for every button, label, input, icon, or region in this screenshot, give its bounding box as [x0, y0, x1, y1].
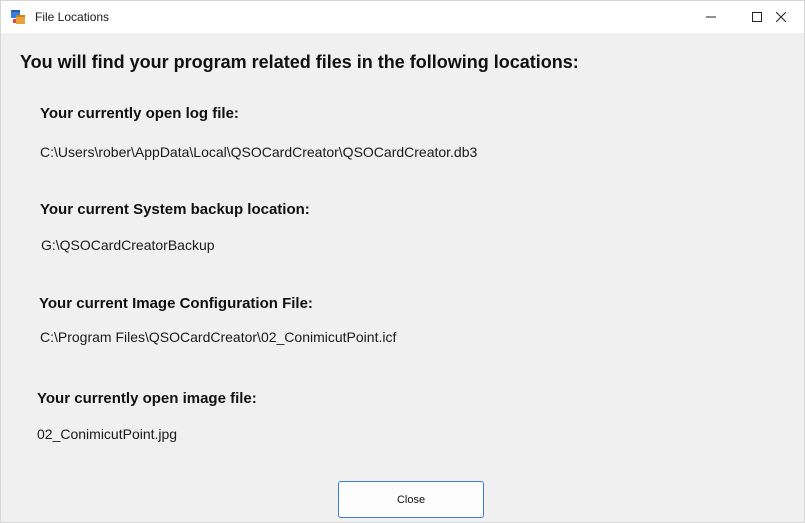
- close-window-button[interactable]: [758, 1, 804, 33]
- title-bar[interactable]: File Locations: [1, 1, 804, 33]
- page-headline: You will find your program related files…: [20, 52, 579, 72]
- image-file-path: 02_ConimicutPoint.jpg: [37, 426, 178, 442]
- image-config-path: C:\Program Files\QSOCardCreator\02_Conim…: [40, 329, 397, 345]
- close-icon: [776, 12, 786, 22]
- window-title: File Locations: [35, 10, 110, 24]
- file-locations-window: File Locations You will find your progra…: [0, 0, 805, 523]
- log-file-label: Your currently open log file:: [40, 105, 239, 122]
- close-button[interactable]: Close: [338, 481, 484, 518]
- backup-location-label: Your current System backup location:: [40, 201, 310, 218]
- minimize-icon: [706, 12, 716, 22]
- backup-location-path: G:\QSOCardCreatorBackup: [41, 237, 215, 253]
- app-window-icon: [10, 9, 26, 25]
- image-config-label: Your current Image Configuration File:: [39, 295, 313, 312]
- image-file-label: Your currently open image file:: [37, 390, 257, 407]
- log-file-path: C:\Users\rober\AppData\Local\QSOCardCrea…: [40, 144, 478, 160]
- minimize-button[interactable]: [688, 1, 734, 33]
